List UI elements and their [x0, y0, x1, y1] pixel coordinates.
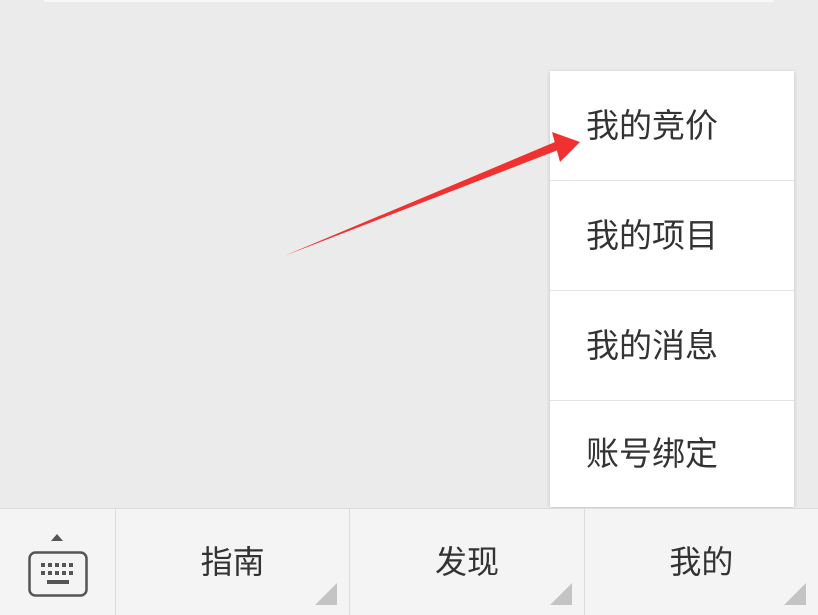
submenu-corner-icon: [549, 583, 572, 605]
keyboard-toggle-button[interactable]: [0, 509, 116, 615]
submenu-corner-icon: [315, 583, 338, 605]
tab-guide-label: 指南: [200, 543, 265, 581]
tab-discover[interactable]: 发现: [350, 509, 585, 615]
keyboard-icon: [28, 551, 88, 597]
bottom-menu-bar: 指南 发现 我的: [0, 508, 818, 615]
tab-mine[interactable]: 我的: [585, 509, 818, 615]
caret-up-icon: [51, 534, 63, 541]
tab-mine-label: 我的: [669, 543, 734, 581]
tab-guide[interactable]: 指南: [116, 509, 351, 615]
submenu-corner-icon: [783, 583, 806, 605]
tab-discover-label: 发现: [434, 543, 499, 581]
